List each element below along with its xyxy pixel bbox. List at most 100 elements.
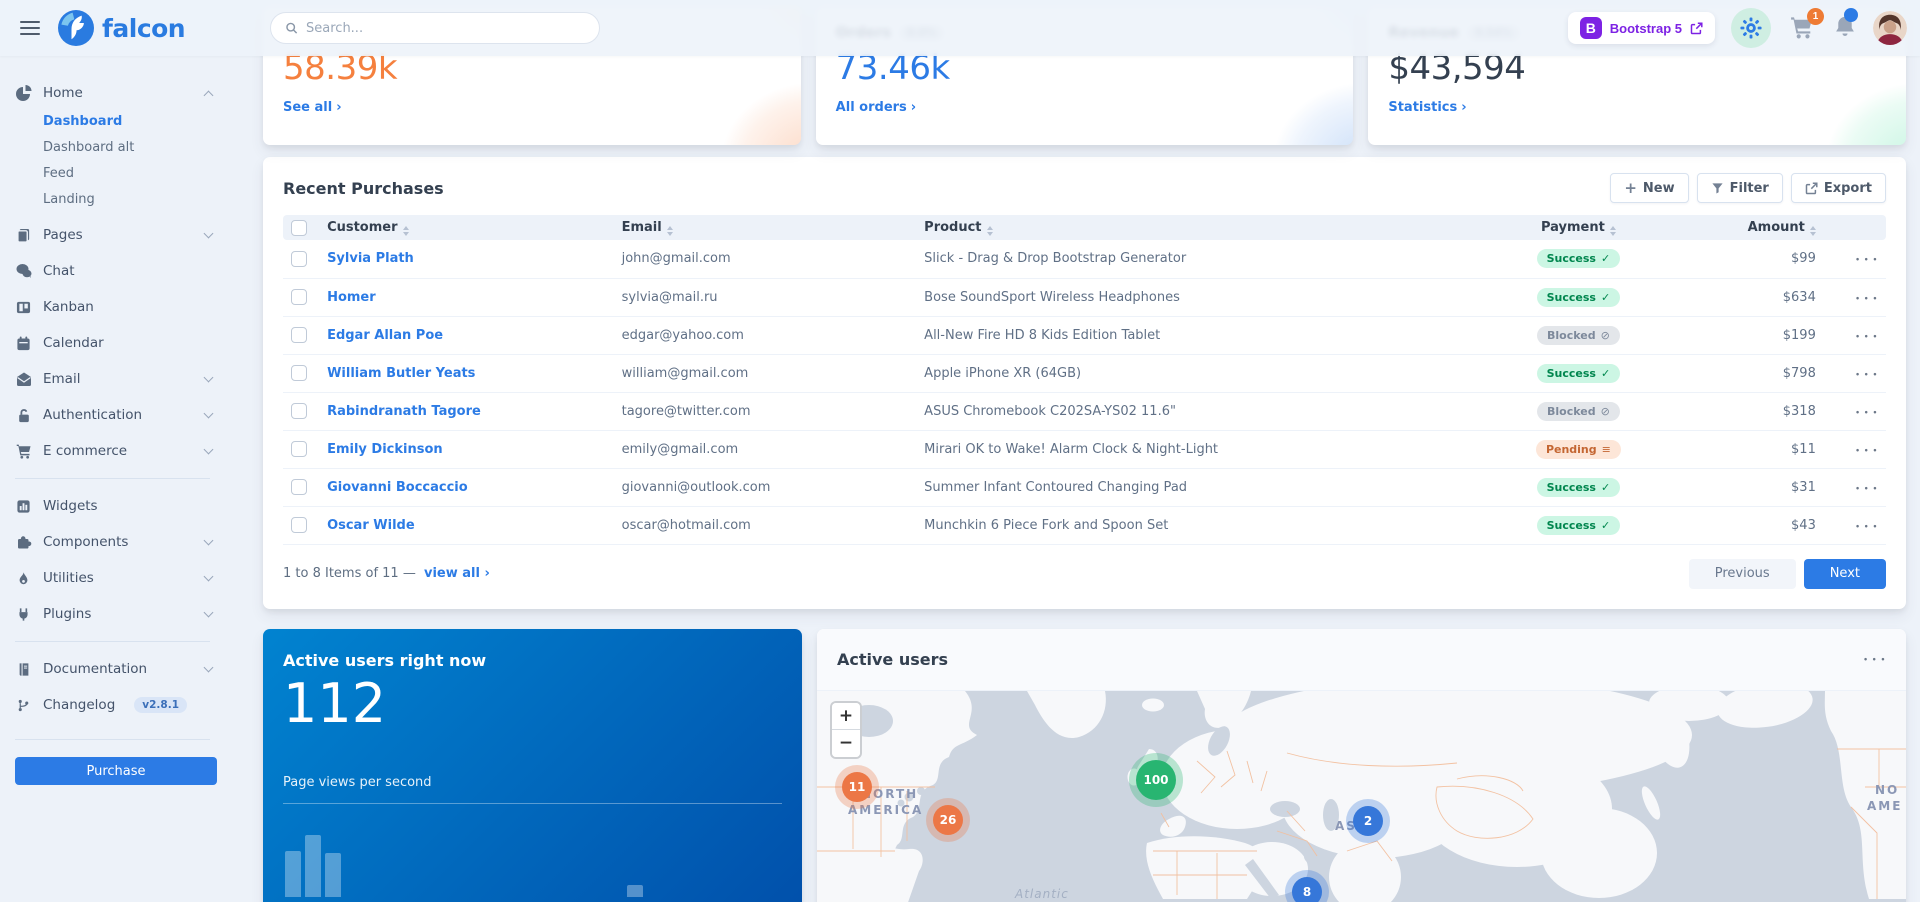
product-cell: Mirari OK to Wake! Alarm Clock & Night-L… [916,430,1493,468]
row-checkbox[interactable] [291,441,307,457]
previous-button[interactable]: Previous [1689,559,1796,589]
view-all-link[interactable]: view all [424,566,490,581]
sidebar-item-plugins[interactable]: Plugins [15,596,218,632]
sidebar-item-documentation[interactable]: Documentation [15,651,218,687]
amount-cell: $634 [1664,278,1824,316]
row-menu-button[interactable] [1856,293,1878,303]
customer-link[interactable]: Oscar Wilde [327,518,415,533]
book-icon [15,662,32,677]
chevron-down-icon [204,536,214,546]
code-branch-icon [15,698,32,713]
sidebar-item-home[interactable]: Home [15,78,218,108]
column-header-amount[interactable]: Amount [1664,215,1824,240]
row-menu-button[interactable] [1856,369,1878,379]
select-all-checkbox[interactable] [291,220,307,236]
status-badge: Success [1537,249,1621,268]
column-header-product[interactable]: Product [916,215,1493,240]
map-marker[interactable]: 2 [1353,806,1383,836]
sidebar-item-dashboard-alt[interactable]: Dashboard alt [15,134,218,160]
bootstrap5-badge-button[interactable]: B Bootstrap 5 [1568,12,1715,44]
sidebar-item-components[interactable]: Components [15,524,218,560]
status-badge: Success [1537,516,1621,535]
sidebar-item-utilities[interactable]: Utilities [15,560,218,596]
customer-link[interactable]: Giovanni Boccaccio [327,480,468,495]
sidebar-item-email[interactable]: Email [15,361,218,397]
row-checkbox[interactable] [291,517,307,533]
falcon-logo[interactable]: falcon [58,10,185,46]
row-checkbox[interactable] [291,289,307,305]
version-badge: v2.8.1 [134,697,187,713]
customer-link[interactable]: Edgar Allan Poe [327,328,443,343]
chevron-down-icon [204,229,214,239]
search-input[interactable] [306,21,585,36]
next-button[interactable]: Next [1804,559,1886,589]
row-checkbox[interactable] [291,365,307,381]
row-checkbox[interactable] [291,327,307,343]
sidebar-item-changelog[interactable]: Changelog v2.8.1 [15,687,218,723]
customer-link[interactable]: Rabindranath Tagore [327,404,481,419]
sidebar-item-kanban[interactable]: Kanban [15,289,218,325]
top-navbar: falcon B Bootstrap 5 [0,0,1920,56]
chevron-down-icon [204,663,214,673]
table-header-row: Customer Email Product Payment Amount [283,215,1886,240]
row-menu-button[interactable] [1856,331,1878,341]
stream-icon [1602,443,1611,456]
filter-button[interactable]: Filter [1697,173,1783,203]
card-menu-button[interactable] [1864,654,1886,664]
see-all-link[interactable]: See all [283,100,342,115]
column-header-customer[interactable]: Customer [319,215,614,240]
sidebar-item-pages[interactable]: Pages [15,217,218,253]
check-icon [1601,252,1610,265]
row-checkbox[interactable] [291,479,307,495]
notifications-button[interactable] [1831,13,1859,44]
customer-link[interactable]: William Butler Yeats [327,366,475,381]
sidebar-item-chat[interactable]: Chat [15,253,218,289]
status-badge: Success [1537,288,1621,307]
purchase-button[interactable]: Purchase [15,757,217,785]
row-menu-button[interactable] [1856,521,1878,531]
row-menu-button[interactable] [1856,445,1878,455]
customer-link[interactable]: Sylvia Plath [327,251,414,266]
customer-link[interactable]: Homer [327,290,376,305]
pagination-summary: 1 to 8 Items of 11 — view all [283,566,490,581]
column-header-payment[interactable]: Payment [1493,215,1663,240]
table-row: Oscar Wilde oscar@hotmail.com Munchkin 6… [283,506,1886,544]
sidebar-toggle-button[interactable] [10,10,50,46]
map-marker[interactable]: 26 [933,805,963,835]
sidebar-item-authentication[interactable]: Authentication [15,397,218,433]
row-checkbox[interactable] [291,251,307,267]
map-marker[interactable]: 11 [842,772,872,802]
cart-button[interactable]: 1 [1787,13,1817,44]
sidebar-item-widgets[interactable]: Widgets [15,488,218,524]
product-cell: All-New Fire HD 8 Kids Edition Tablet [916,316,1493,354]
all-orders-link[interactable]: All orders [836,100,916,115]
product-cell: Munchkin 6 Piece Fork and Spoon Set [916,506,1493,544]
map-marker[interactable]: 8 [1292,877,1322,902]
new-button[interactable]: +New [1610,173,1688,203]
world-map[interactable]: NORTH AMERICA NO AME AS Atlantic + − 11 … [817,691,1906,902]
zoom-in-button[interactable]: + [832,703,860,730]
recent-purchases-title: Recent Purchases [283,179,444,198]
product-cell: Apple iPhone XR (64GB) [916,354,1493,392]
customer-link[interactable]: Emily Dickinson [327,442,443,457]
status-badge: Success [1537,478,1621,497]
settings-button[interactable] [1729,6,1773,50]
row-checkbox[interactable] [291,403,307,419]
map-marker[interactable]: 100 [1136,760,1176,800]
row-menu-button[interactable] [1856,254,1878,264]
sidebar-divider [15,641,210,642]
sidebar-item-calendar[interactable]: Calendar [15,325,218,361]
row-menu-button[interactable] [1856,483,1878,493]
column-header-email[interactable]: Email [614,215,917,240]
export-button[interactable]: Export [1791,173,1886,203]
user-avatar[interactable] [1873,11,1907,45]
statistics-link[interactable]: Statistics [1388,100,1466,115]
sidebar-item-landing[interactable]: Landing [15,186,218,212]
chevron-right-icon [484,566,489,581]
zoom-out-button[interactable]: − [832,730,860,757]
sidebar-item-ecommerce[interactable]: E commerce [15,433,218,469]
calendar-icon [15,336,32,351]
sidebar-item-dashboard[interactable]: Dashboard [15,108,218,134]
sidebar-item-feed[interactable]: Feed [15,160,218,186]
row-menu-button[interactable] [1856,407,1878,417]
